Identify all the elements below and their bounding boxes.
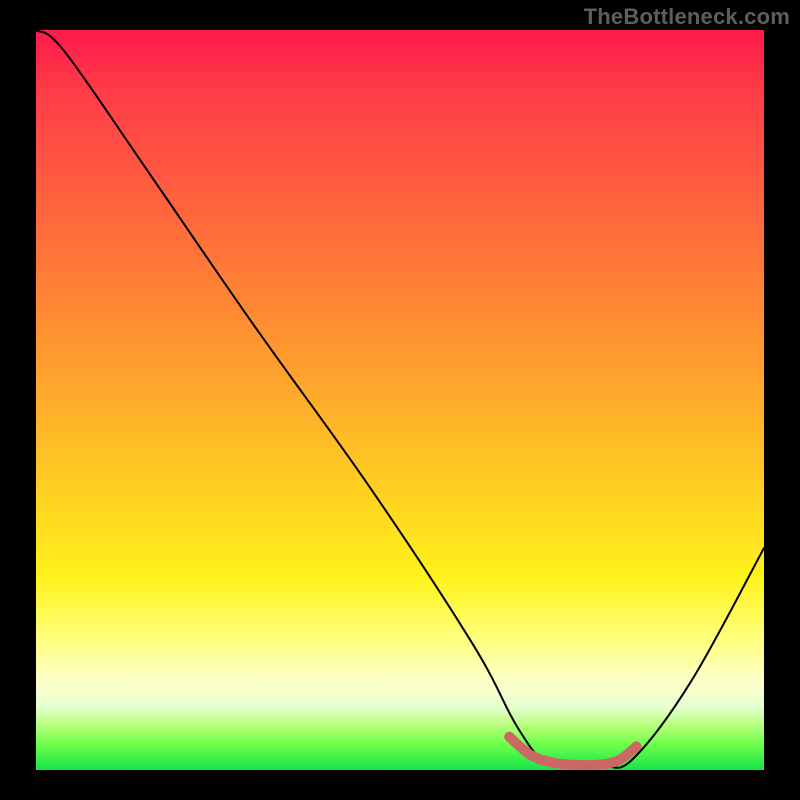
plot-area (36, 30, 764, 770)
optimal-range-path (509, 737, 636, 766)
chart-container: TheBottleneck.com (0, 0, 800, 800)
bottleneck-curve-path (36, 30, 764, 768)
chart-svg (36, 30, 764, 770)
watermark-text: TheBottleneck.com (584, 4, 790, 30)
